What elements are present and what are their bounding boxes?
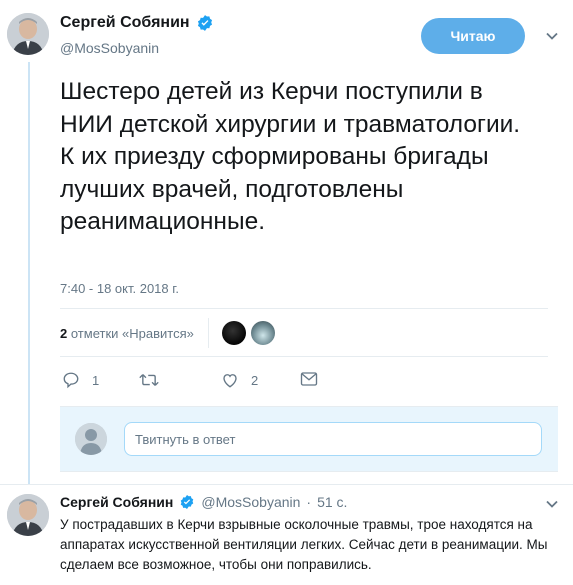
chevron-down-icon[interactable] xyxy=(545,29,559,43)
retweet-action[interactable] xyxy=(139,371,171,389)
reply-author-handle[interactable]: @MosSobyanin xyxy=(201,494,300,510)
message-icon xyxy=(300,372,318,386)
reply-time[interactable]: 51 с. xyxy=(317,494,347,510)
like-action[interactable]: 2 xyxy=(221,371,258,389)
tweet-text: Шестеро детей из Керчи поступили в НИИ д… xyxy=(60,78,521,235)
reply-count: 1 xyxy=(92,372,100,388)
reply-tweet-text: У пострадавших в Керчи взрывные осколочн… xyxy=(60,517,548,572)
likes-count: 2 xyxy=(60,326,68,341)
reply-icon xyxy=(63,372,79,389)
reply-header: Сергей Собянин @MosSobyanin · 51 с. xyxy=(60,494,347,510)
author-name[interactable]: Сергей Собянин xyxy=(60,14,190,32)
divider xyxy=(60,308,548,309)
verified-icon xyxy=(197,15,212,31)
following-button[interactable]: Читаю xyxy=(421,18,525,54)
retweet-icon xyxy=(139,374,159,386)
author-name-row[interactable]: Сергей Собянин xyxy=(60,14,214,32)
like-count: 2 xyxy=(251,372,259,388)
verified-icon xyxy=(181,495,194,509)
divider xyxy=(0,484,573,485)
user-avatar xyxy=(75,423,107,455)
reply-action[interactable]: 1 xyxy=(62,371,99,389)
divider-vertical xyxy=(208,318,209,348)
reply-input[interactable]: Твитнуть в ответ xyxy=(124,422,542,456)
liker-avatar[interactable] xyxy=(222,321,246,345)
divider xyxy=(60,356,548,357)
reply-composer: Твитнуть в ответ xyxy=(60,406,558,472)
message-action[interactable] xyxy=(300,371,318,387)
reply-author-name[interactable]: Сергей Собянин xyxy=(60,494,173,510)
reply-author-avatar[interactable] xyxy=(7,494,49,536)
dot-separator: · xyxy=(306,494,312,510)
author-avatar[interactable] xyxy=(7,13,49,55)
likes-label: отметки «Нравится» xyxy=(70,326,194,341)
tweet-timestamp[interactable]: 7:40 - 18 окт. 2018 г. xyxy=(60,281,179,296)
liker-avatar[interactable] xyxy=(251,321,275,345)
chevron-down-icon[interactable] xyxy=(545,497,559,511)
like-icon xyxy=(223,374,237,388)
thread-line xyxy=(28,62,30,484)
likes-summary[interactable]: 2 отметки «Нравится» xyxy=(60,326,194,341)
author-handle[interactable]: @MosSobyanin xyxy=(60,40,159,56)
